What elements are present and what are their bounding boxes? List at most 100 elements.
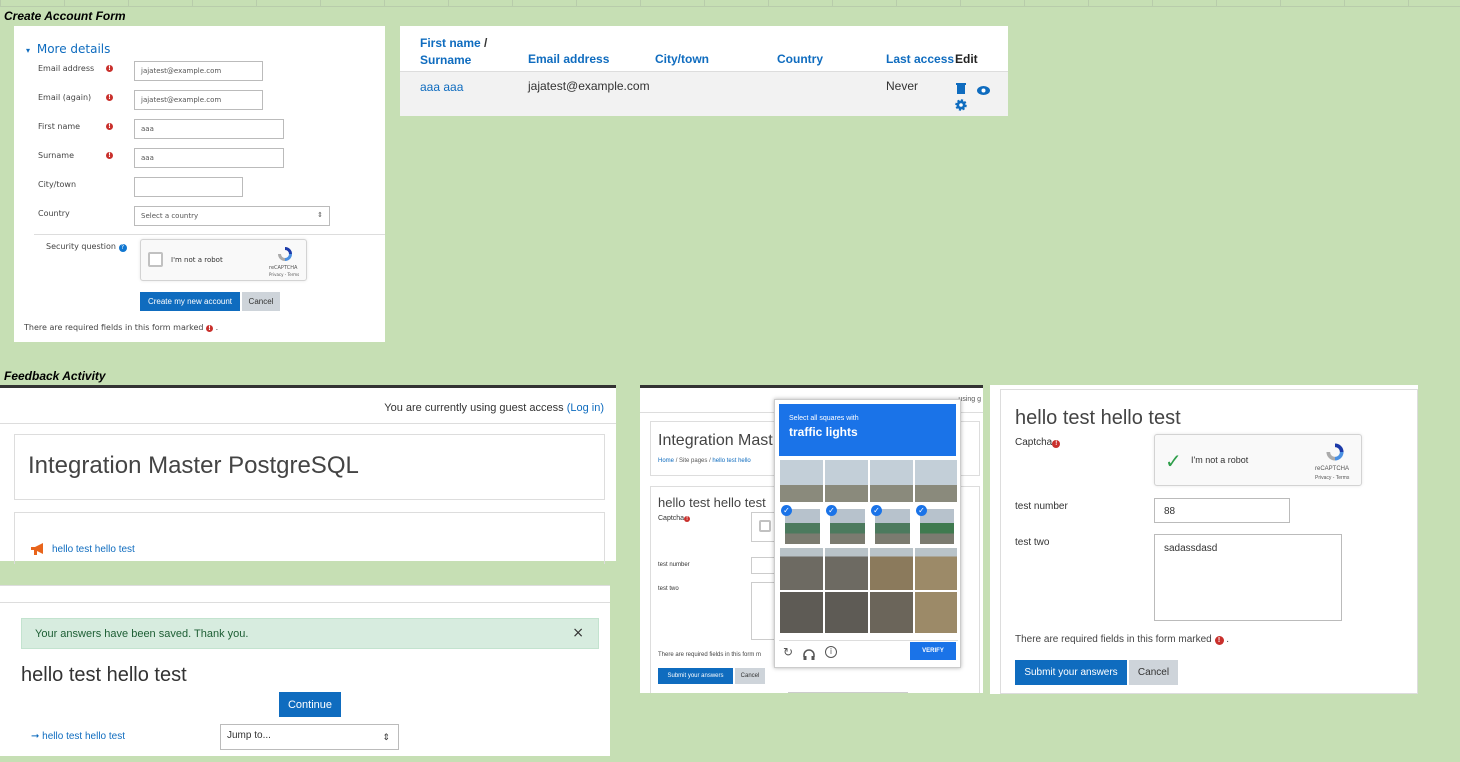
captcha-tile[interactable]	[824, 591, 869, 634]
captcha-tile[interactable]	[869, 459, 914, 503]
test-number-label: test number	[658, 562, 690, 568]
user-email: jajatest@example.com	[528, 79, 650, 93]
recaptcha-checkbox[interactable]	[759, 520, 771, 532]
email-again-input[interactable]: jajatest@example.com	[134, 90, 263, 110]
col-header-name[interactable]: First name / Surname	[420, 35, 487, 69]
back-activity-link[interactable]: ➞ hello test hello test	[31, 731, 125, 742]
section-label-create-account: Create Account Form	[4, 9, 126, 23]
check-icon: ✓	[916, 505, 927, 516]
feedback-form-panel: hello test hello test Captcha! ✓ I'm not…	[990, 385, 1418, 694]
captcha-tile[interactable]	[824, 459, 869, 503]
table-row: aaa aaa jajatest@example.com Never	[400, 71, 1008, 116]
col-header-edit: Edit	[955, 52, 978, 66]
recaptcha-text: I'm not a robot	[171, 256, 223, 264]
eye-icon[interactable]	[977, 80, 990, 95]
cancel-button[interactable]: Cancel	[735, 668, 765, 684]
check-icon: ✓	[871, 505, 882, 516]
captcha-tile[interactable]	[869, 547, 914, 591]
test-two-label: test two	[658, 586, 679, 592]
recaptcha-brand: reCAPTCHA	[269, 265, 298, 271]
email-input[interactable]: jajatest@example.com	[134, 61, 263, 81]
breadcrumb-activity[interactable]: hello test hello	[712, 458, 750, 464]
col-header-country[interactable]: Country	[777, 52, 823, 66]
caret-down-icon: ▾	[26, 46, 31, 55]
more-details-toggle[interactable]: ▾ More details	[26, 42, 110, 56]
city-input[interactable]	[134, 177, 243, 197]
cancel-button[interactable]: Cancel	[1129, 660, 1178, 685]
success-alert-text: Your answers have been saved. Thank you.	[35, 628, 249, 640]
check-icon: ✓	[826, 505, 837, 516]
divider	[34, 234, 385, 235]
user-name-link[interactable]: aaa aaa	[420, 80, 463, 94]
gear-icon[interactable]	[955, 96, 967, 111]
security-question-label: Security question ?	[46, 242, 127, 252]
test-number-label: test number	[1015, 501, 1068, 512]
captcha-tile-selected[interactable]: ✓	[779, 503, 824, 547]
checkmark-icon[interactable]: ✓	[1165, 449, 1182, 473]
captcha-tile[interactable]	[779, 591, 824, 634]
success-alert: Your answers have been saved. Thank you.…	[21, 618, 599, 649]
col-header-last-access[interactable]: Last access	[886, 52, 954, 66]
captcha-tile[interactable]	[914, 547, 958, 591]
create-account-button[interactable]: Create my new account	[140, 292, 240, 311]
activity-link[interactable]: hello test hello test	[52, 544, 135, 555]
col-header-email[interactable]: Email address	[528, 52, 609, 66]
cancel-button[interactable]: Cancel	[242, 292, 280, 311]
captcha-challenge-popup: Select all squares with traffic lights ✓…	[774, 399, 961, 668]
first-name-input[interactable]: aaa	[134, 119, 284, 139]
submit-answers-button[interactable]: Submit your answers	[1015, 660, 1127, 685]
continue-button[interactable]: Continue	[279, 692, 341, 717]
captcha-tile-selected[interactable]: ✓	[824, 503, 869, 547]
saved-page-panel: Your answers have been saved. Thank you.…	[0, 585, 610, 756]
more-details-label: More details	[36, 42, 111, 56]
help-icon[interactable]: ?	[118, 244, 127, 252]
test-number-input[interactable]: 88	[1154, 498, 1290, 523]
recaptcha-terms[interactable]: Privacy - Terms	[1315, 475, 1349, 481]
headphones-icon[interactable]	[803, 646, 815, 660]
country-select[interactable]: Select a country ⇕	[134, 206, 330, 226]
first-name-label: First name	[38, 122, 81, 131]
spreadsheet-grid-row	[0, 0, 1460, 7]
recaptcha-logo-icon	[276, 245, 294, 263]
reload-icon[interactable]: ↻	[783, 645, 793, 659]
recaptcha-terms[interactable]: Privacy - Terms	[269, 272, 299, 277]
breadcrumb-site-pages[interactable]: Site pages	[679, 458, 707, 464]
captcha-tile[interactable]	[779, 459, 824, 503]
test-two-textarea[interactable]: sadassdasd	[1154, 534, 1342, 621]
required-icon: !	[106, 123, 113, 130]
required-fields-note: There are required fields in this form m…	[24, 323, 219, 332]
col-header-city[interactable]: City/town	[655, 52, 709, 66]
info-icon[interactable]: i	[825, 646, 837, 658]
recaptcha-text: I'm not a robot	[1191, 455, 1249, 465]
captcha-tile[interactable]	[824, 547, 869, 591]
recaptcha-checkbox[interactable]	[148, 252, 163, 267]
breadcrumb-home[interactable]: Home	[658, 458, 674, 464]
login-link[interactable]: (Log in)	[567, 402, 604, 414]
country-label: Country	[38, 209, 70, 218]
required-icon: !	[106, 65, 113, 72]
captcha-tile-selected[interactable]: ✓	[869, 503, 914, 547]
megaphone-icon	[30, 541, 46, 555]
captcha-tile[interactable]	[779, 547, 824, 591]
jump-to-select[interactable]: Jump to... ⇕	[220, 724, 399, 750]
recaptcha-brand: reCAPTCHA	[1315, 466, 1350, 472]
email-again-label: Email (again)	[38, 93, 92, 102]
captcha-tile[interactable]	[869, 591, 914, 634]
activity-title: hello test hello test	[21, 664, 187, 686]
jump-to-value: Jump to...	[227, 730, 271, 741]
required-icon: !	[206, 325, 214, 332]
required-icon: !	[106, 94, 113, 101]
close-icon[interactable]: ×	[572, 625, 584, 641]
surname-input[interactable]: aaa	[134, 148, 284, 168]
captcha-tile[interactable]	[914, 591, 958, 634]
trash-icon[interactable]	[956, 79, 966, 94]
required-fields-note: There are required fields in this form m…	[1015, 634, 1230, 645]
site-title: Integration Master PostgreSQL	[28, 452, 359, 479]
verify-button[interactable]: VERIFY	[910, 642, 956, 660]
captcha-instruction-target: traffic lights	[789, 425, 858, 439]
captcha-tile-selected[interactable]: ✓	[914, 503, 958, 547]
submit-answers-button[interactable]: Submit your answers	[658, 668, 733, 684]
required-icon: !	[684, 516, 691, 522]
captcha-tile[interactable]	[914, 459, 958, 503]
guest-page-panel: You are currently using guest access (Lo…	[0, 385, 616, 564]
